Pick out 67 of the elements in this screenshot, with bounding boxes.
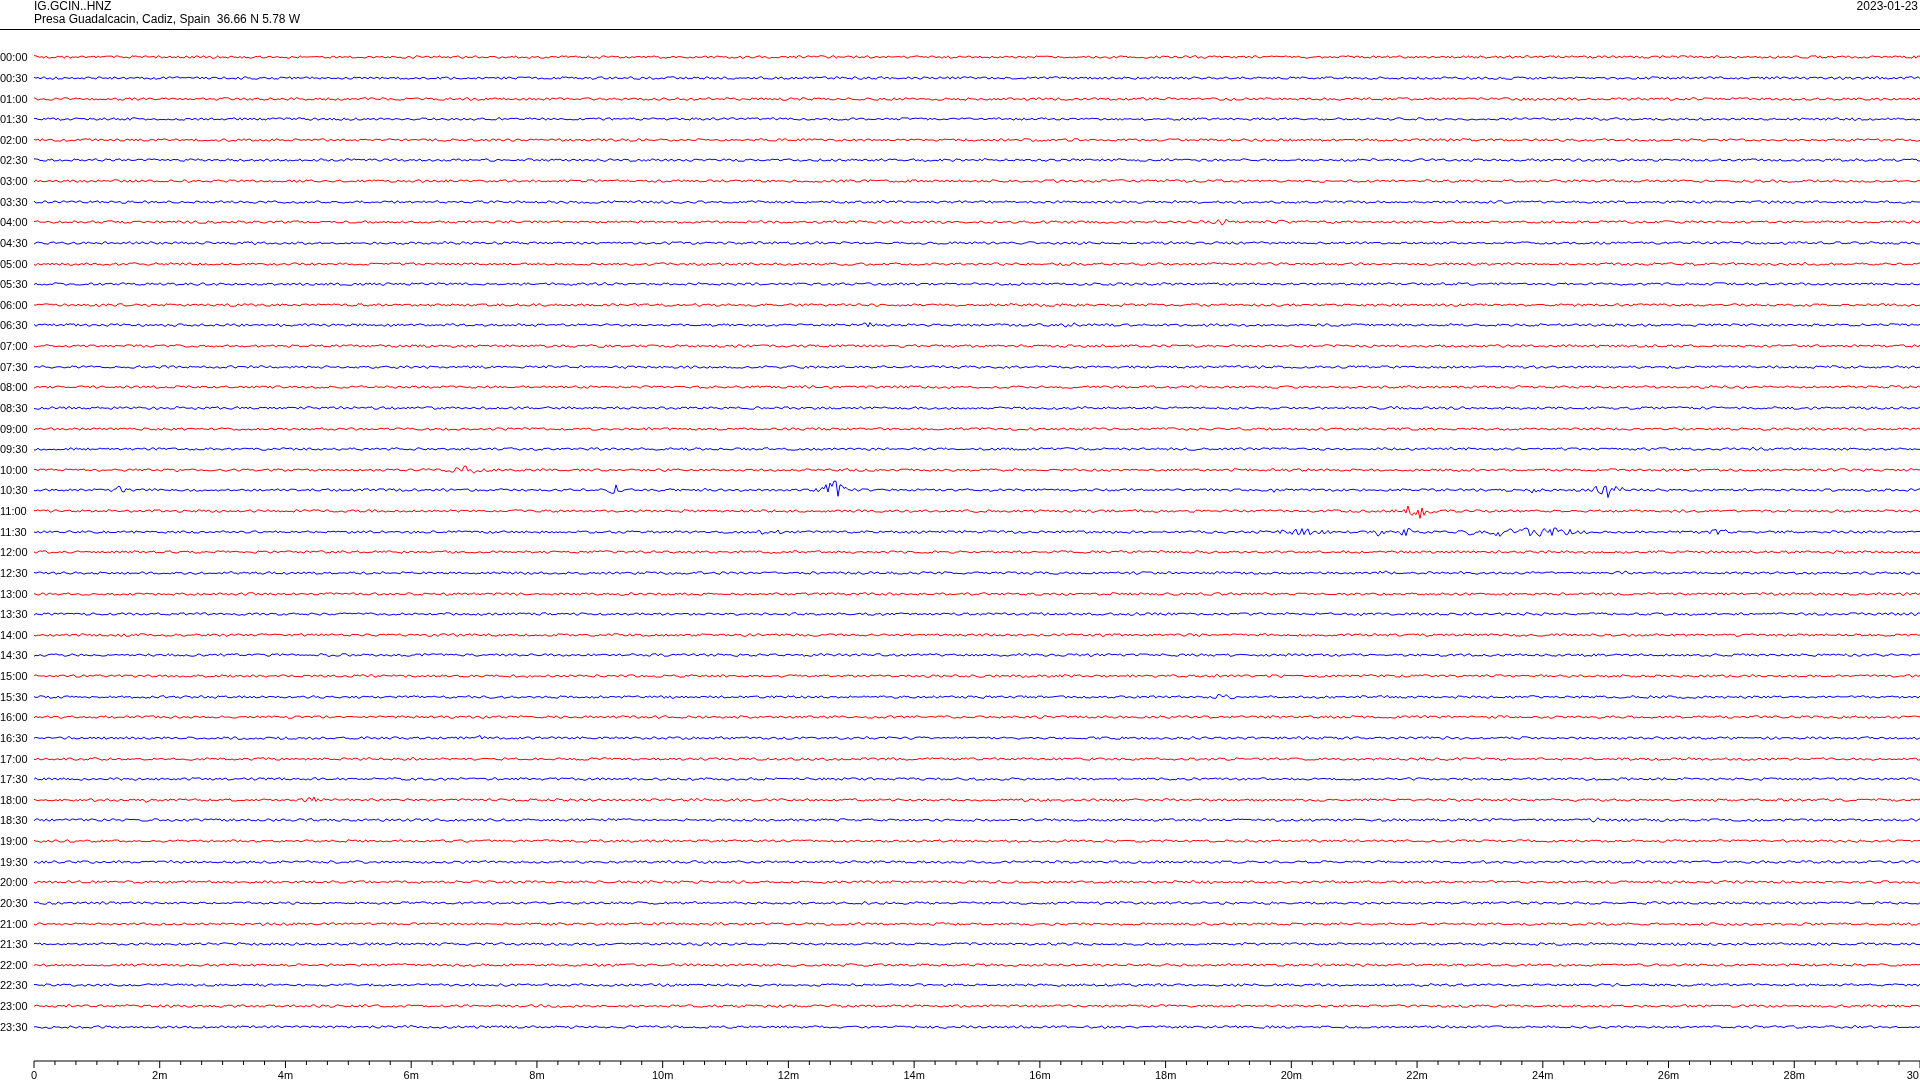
time-label: 10:30 [0, 484, 29, 497]
time-label: 11:00 [0, 505, 28, 518]
time-label: 19:30 [0, 855, 29, 868]
time-label: 08:30 [0, 401, 29, 414]
time-label: 15:00 [0, 670, 29, 683]
time-label: 11:30 [0, 525, 28, 538]
axis-tick-label: 28m [1783, 1069, 1805, 1080]
time-label: 01:00 [0, 92, 29, 105]
axis-tick-label: 24m [1532, 1069, 1554, 1080]
time-label: 16:30 [0, 731, 29, 744]
time-label: 09:30 [0, 443, 29, 456]
time-label: 10:00 [0, 463, 29, 476]
time-label: 00:30 [0, 71, 29, 84]
time-label: 03:00 [0, 175, 29, 188]
time-label: 13:00 [0, 587, 29, 600]
axis-tick-label: 2m [152, 1069, 168, 1080]
axis-tick-label: 12m [777, 1069, 800, 1080]
time-label: 19:00 [0, 835, 29, 848]
time-label: 04:30 [0, 236, 29, 249]
axis-tick-label: 22m [1406, 1069, 1428, 1080]
time-label: 18:30 [0, 814, 29, 827]
time-label: 12:00 [0, 546, 29, 559]
time-label: 20:00 [0, 876, 29, 889]
time-label: 03:30 [0, 195, 29, 208]
axis-tick-label: 10m [651, 1069, 674, 1080]
time-label: 12:30 [0, 566, 29, 579]
time-label: 17:00 [0, 752, 29, 765]
time-label: 18:00 [0, 793, 29, 806]
axis-tick-label: 0 [30, 1069, 38, 1080]
time-label: 02:00 [0, 133, 29, 146]
time-label: 21:30 [0, 938, 29, 951]
time-label: 05:30 [0, 278, 29, 291]
time-label: 02:30 [0, 154, 29, 167]
axis-tick-label: 6m [403, 1069, 419, 1080]
time-label: 15:30 [0, 690, 29, 703]
time-label: 00:00 [0, 51, 29, 64]
time-label: 14:00 [0, 628, 29, 641]
time-label: 05:00 [0, 257, 29, 270]
time-label: 22:00 [0, 958, 29, 971]
time-label: 21:00 [0, 917, 29, 930]
time-label: 20:30 [0, 896, 29, 909]
time-label: 13:30 [0, 608, 29, 621]
axis-tick-label: 20m [1280, 1069, 1303, 1080]
axis-tick-label: 26m [1657, 1069, 1680, 1080]
time-label: 09:00 [0, 422, 29, 435]
axis-tick-label: 4m [277, 1069, 294, 1080]
axis-tick-label: 18m [1154, 1069, 1177, 1080]
station-code: IG.GCIN..HNZ [34, 0, 113, 13]
axis-tick-label: 16m [1029, 1069, 1051, 1080]
time-label: 08:00 [0, 381, 29, 394]
time-label: 22:30 [0, 979, 29, 992]
time-label: 07:30 [0, 360, 29, 373]
date-label: 2023-01-23 [1856, 0, 1918, 15]
time-label: 23:30 [0, 1020, 29, 1033]
time-label: 16:00 [0, 711, 29, 724]
time-label: 14:30 [0, 649, 29, 662]
axis-tick-label: 8m [529, 1069, 545, 1080]
time-label: 04:00 [0, 216, 29, 229]
time-label: 01:30 [0, 113, 29, 126]
time-label: 17:30 [0, 773, 29, 786]
axis-tick-label: 14m [903, 1069, 925, 1080]
time-label: 07:00 [0, 340, 29, 353]
time-label: 23:00 [0, 1000, 29, 1013]
time-label: 06:00 [0, 298, 29, 311]
axis-tick-label: 30 [1906, 1069, 1919, 1080]
station-location: Presa Guadalcacin, Cadiz, Spain 36.66 N 5.78 W [34, 13, 301, 26]
time-label: 06:30 [0, 319, 29, 332]
